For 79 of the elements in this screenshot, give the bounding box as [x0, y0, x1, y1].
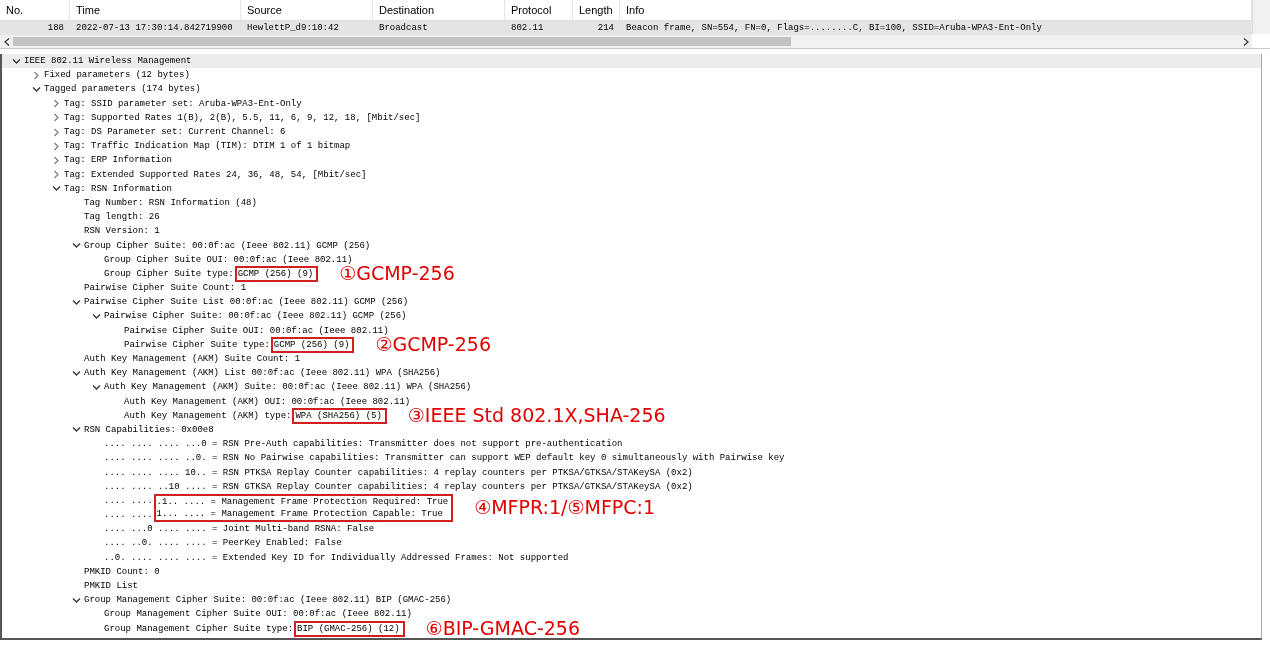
tree-item[interactable]: Pairwise Cipher Suite Count: 1: [84, 283, 247, 294]
highlight-box: BIP (GMAC-256) (12): [294, 620, 405, 637]
table-cell-text: 188: [46, 23, 65, 33]
horizontal-scrollbar[interactable]: [0, 35, 1252, 48]
annotation-label: ⑥BIP-GMAC-256: [425, 617, 581, 638]
tree-item[interactable]: Auth Key Management (AKM) List 00:0f:ac (Ieee 802.11) WPA (SHA256): [84, 368, 441, 379]
tree-item[interactable]: Fixed parameters (12 bytes): [44, 70, 190, 81]
chevron-icon[interactable]: [92, 311, 101, 321]
scroll-left-icon[interactable]: [3, 37, 10, 46]
vertical-scrollbar[interactable]: [1252, 0, 1270, 34]
tree-item[interactable]: Auth Key Management (AKM) type:: [124, 410, 292, 421]
chevron-icon[interactable]: [32, 84, 41, 94]
column-header[interactable]: Destination: [373, 0, 505, 20]
scroll-right-icon[interactable]: [1242, 37, 1249, 46]
tree-item[interactable]: PMKID Count: 0: [84, 566, 160, 577]
table-cell-text: HewlettP_d9:10:42: [246, 23, 340, 33]
highlight-box: WPA (SHA256) (5): [292, 407, 387, 424]
table-cell-text: 2022-07-13 17:30:14.842719900: [75, 23, 234, 33]
column-header[interactable]: Length: [573, 0, 620, 20]
table-cell-text: Beacon frame, SN=554, FN=0, Flags=........C, BI=100, SSID=Aruba-WPA3-Ent-Only: [625, 23, 1043, 33]
tree-item[interactable]: Auth Key Management (AKM) OUI: 00:0f:ac (Ieee 802.11): [124, 396, 411, 407]
tree-item[interactable]: Tag: RSN Information: [64, 183, 173, 194]
tree-item[interactable]: Tag length: 26: [84, 212, 160, 223]
tree-item[interactable]: .... ...0 .... .... = Joint Multi-band RSNA: False: [104, 524, 375, 535]
tree-item[interactable]: .... .... .... 10.. = RSN PTKSA Replay Counter capabilities: 4 replay counters per PTKSA/GTKSA/STAKeySA (0x2): [104, 467, 693, 478]
highlight-box: GCMP (256) (9): [270, 336, 355, 353]
tree-item[interactable]: .... ....: [104, 495, 153, 506]
tree-item[interactable]: Tag: Extended Supported Rates 24, 36, 48, 54, [Mbit/sec]: [64, 169, 367, 180]
tree-item[interactable]: .... .... .... ...0 = RSN Pre-Auth capabilities: Transmitter does not support pre-authentication: [104, 439, 623, 450]
tree-item[interactable]: PMKID List: [84, 581, 138, 592]
table-cell-text: Broadcast: [378, 23, 429, 33]
tree-item[interactable]: Pairwise Cipher Suite type:: [124, 339, 270, 350]
tree-item[interactable]: IEEE 802.11 Wireless Management: [24, 56, 192, 67]
tree-item[interactable]: Tagged parameters (174 bytes): [44, 84, 201, 95]
annotation-label: ③IEEE Std 802.1X,SHA-256: [407, 404, 666, 425]
tree-item[interactable]: Group Management Cipher Suite: 00:0f:ac (Ieee 802.11) BIP (GMAC-256): [84, 595, 452, 606]
highlight-box: GCMP (256) (9): [234, 265, 319, 282]
chevron-icon[interactable]: [72, 595, 81, 605]
tree-item[interactable]: .... ..0. .... .... = PeerKey Enabled: False: [104, 538, 342, 549]
column-header[interactable]: No.: [0, 0, 70, 20]
chevron-icon[interactable]: [72, 425, 81, 435]
tree-item[interactable]: .... .... .... ..0. = RSN No Pairwise capabilities: Transmitter can support WEP default key 0 simultaneously with Pairwise key: [104, 453, 785, 464]
highlight-box: 1... .... = Management Frame Protection Capable: True: [153, 508, 454, 523]
tree-item[interactable]: Tag Number: RSN Information (48): [84, 197, 257, 208]
tree-item[interactable]: Pairwise Cipher Suite OUI: 00:0f:ac (Ieee 802.11): [124, 325, 389, 336]
annotation-label: ④MFPR:1/⑤MFPC:1: [474, 496, 656, 517]
tree-item[interactable]: RSN Version: 1: [84, 226, 160, 237]
tree-item[interactable]: Group Management Cipher Suite OUI: 00:0f:ac (Ieee 802.11): [104, 609, 412, 620]
tree-item[interactable]: Tag: ERP Information: [64, 155, 173, 166]
tree-item[interactable]: Pairwise Cipher Suite List 00:0f:ac (Ieee 802.11) GCMP (256): [84, 297, 409, 308]
chevron-icon[interactable]: [92, 382, 101, 392]
chevron-icon[interactable]: [72, 241, 81, 251]
tree-item[interactable]: ..0. .... .... .... = Extended Key ID for Individually Addressed Frames: Not supported: [104, 552, 569, 563]
tree-item[interactable]: Group Cipher Suite OUI: 00:0f:ac (Ieee 802.11): [104, 254, 353, 265]
column-header[interactable]: Protocol: [505, 0, 573, 20]
tree-item[interactable]: Pairwise Cipher Suite: 00:0f:ac (Ieee 802.11) GCMP (256): [104, 311, 407, 322]
column-header[interactable]: Time: [70, 0, 241, 20]
chevron-icon[interactable]: [72, 368, 81, 378]
highlight-box: .1.. .... = Management Frame Protection Required: True: [153, 493, 454, 508]
tree-item[interactable]: Group Management Cipher Suite type:: [104, 623, 294, 634]
table-cell-text: 802.11: [510, 23, 545, 33]
packet-row[interactable]: 188 2022-07-13 17:30:14.842719900 HewlettP_d9:10:42 Broadcast 802.11 214 Beacon frame, SN=554, FN=0, Flags=........C, BI=100, SSID=Aruba-WPA3-Ent-Only: [0, 21, 1252, 35]
tree-item[interactable]: Tag: SSID parameter set: Aruba-WPA3-Ent-Only: [64, 98, 302, 109]
tree-item[interactable]: Auth Key Management (AKM) Suite Count: 1: [84, 354, 301, 365]
tree-item[interactable]: Auth Key Management (AKM) Suite: 00:0f:ac (Ieee 802.11) WPA (SHA256): [104, 382, 472, 393]
scrollbar-thumb[interactable]: [13, 37, 791, 46]
chevron-icon[interactable]: [52, 184, 61, 194]
chevron-icon[interactable]: [72, 297, 81, 307]
tree-item[interactable]: .... .... ..10 .... = RSN GTKSA Replay Counter capabilities: 4 replay counters per PTKSA/GTKSA/STAKeySA (0x2): [104, 481, 693, 492]
tree-item[interactable]: .... ....: [104, 510, 153, 521]
table-cell-text: 214: [596, 23, 615, 33]
tree-item[interactable]: Tag: DS Parameter set: Current Channel: 6: [64, 127, 286, 138]
tree-item[interactable]: Tag: Traffic Indication Map (TIM): DTIM 1 of 1 bitmap: [64, 141, 351, 152]
chevron-icon[interactable]: [12, 56, 21, 66]
tree-item[interactable]: RSN Capabilities: 0x00e8: [84, 424, 214, 435]
column-header[interactable]: Source: [241, 0, 373, 20]
tree-item[interactable]: Group Cipher Suite: 00:0f:ac (Ieee 802.11) GCMP (256): [84, 240, 371, 251]
tree-item[interactable]: Group Cipher Suite type:: [104, 268, 234, 279]
tree-item[interactable]: Tag: Supported Rates 1(B), 2(B), 5.5, 11, 6, 9, 12, 18, [Mbit/sec]: [64, 112, 421, 123]
